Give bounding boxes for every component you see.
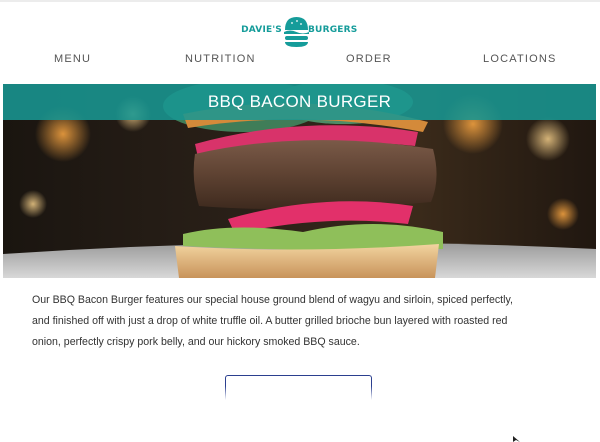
top-border (0, 0, 600, 2)
hero-banner: BBQ BACON BURGER (3, 84, 596, 278)
description-line: Our BBQ Bacon Burger features our specia… (32, 294, 513, 306)
product-description: Our BBQ Bacon Burger features our specia… (32, 290, 532, 353)
description-line: and finished off with just a drop of whi… (32, 315, 508, 327)
nav-item-menu[interactable]: MENU (54, 53, 91, 65)
burger-logo-icon (284, 17, 309, 47)
main-nav: MENU NUTRITION ORDER LOCATIONS (0, 53, 600, 67)
nav-item-locations[interactable]: LOCATIONS (483, 53, 557, 65)
nav-item-order[interactable]: ORDER (346, 53, 392, 65)
brand-name-left: DAVIE'S (241, 25, 282, 35)
nav-item-nutrition[interactable]: NUTRITION (185, 53, 256, 65)
bottom-fade (0, 386, 600, 442)
mouse-cursor-icon (513, 436, 520, 442)
brand-name-right: BURGERS (308, 25, 358, 35)
brand-logo[interactable]: DAVIE'S BURGERS (0, 14, 600, 48)
hero-title: BBQ BACON BURGER (207, 92, 392, 111)
description-line: onion, perfectly crispy pork belly, and … (32, 336, 360, 348)
